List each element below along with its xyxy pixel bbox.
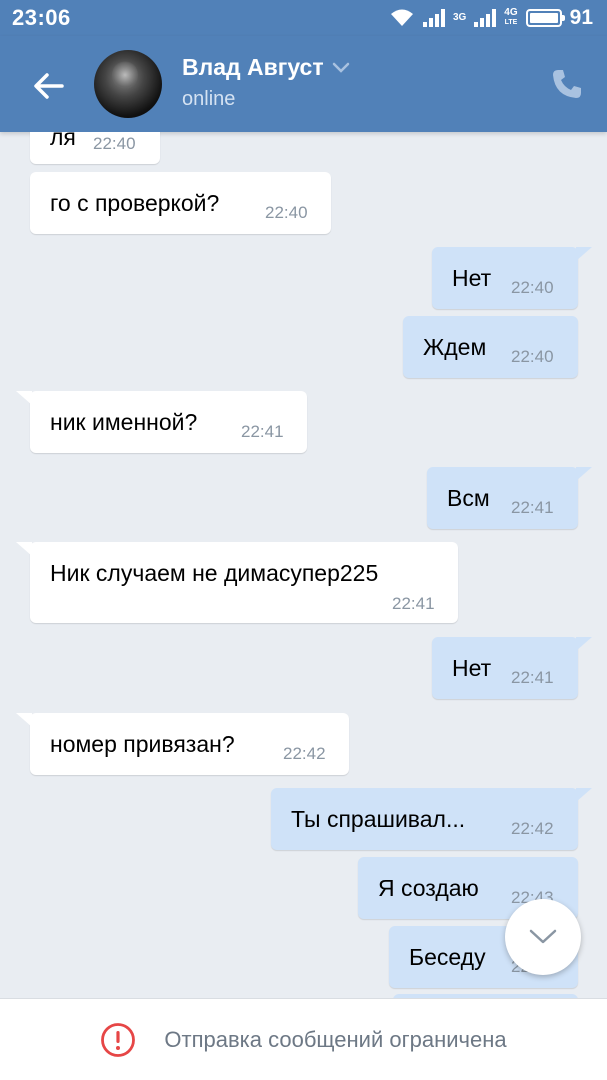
back-button[interactable]	[26, 64, 70, 108]
wifi-icon	[390, 9, 413, 26]
message-text: Всм	[447, 485, 490, 511]
message-time: 22:42	[283, 744, 326, 763]
avatar[interactable]	[94, 50, 162, 118]
battery-percent: 91	[569, 6, 593, 29]
message-outgoing[interactable]: Всм 22:41	[427, 467, 592, 529]
message-list[interactable]: ля 22:40 го с проверкой? 22:40 Нет 22:40…	[0, 132, 607, 998]
message-text: Ник случаем не димасупер225	[50, 560, 379, 586]
message-time: 22:41	[511, 498, 554, 517]
phone-icon	[553, 70, 581, 98]
message-text: Ты спрашивал...	[291, 806, 466, 832]
message-incoming[interactable]: ля 22:40	[30, 132, 160, 164]
message-outgoing[interactable]: Нет 22:40	[432, 247, 592, 309]
network-4g-label: 4G LTE	[504, 8, 517, 28]
message-text: ник именной?	[50, 409, 198, 435]
network-3g-label: 3G	[452, 12, 467, 23]
signal-1-icon	[422, 9, 445, 27]
message-incoming[interactable]: номер привязан? 22:42	[16, 713, 349, 775]
message-outgoing[interactable]: Ждем 22:40	[403, 316, 578, 378]
chevron-down-icon	[529, 929, 557, 944]
message-incoming[interactable]: ник именной? 22:41	[16, 391, 307, 453]
message-text: Беседу	[409, 944, 486, 970]
message-time: 22:40	[265, 203, 308, 222]
call-button[interactable]	[549, 66, 585, 102]
network-4g-text: 4G	[504, 7, 518, 18]
message-text: номер привязан?	[50, 731, 235, 757]
warning-icon	[101, 1022, 136, 1057]
message-outgoing[interactable]: Ты спрашивал... 22:42	[271, 788, 592, 850]
message-time: 22:42	[511, 819, 554, 838]
message-time: 22:41	[392, 594, 435, 613]
message-incoming[interactable]: го с проверкой? 22:40	[30, 172, 331, 234]
message-text: ля	[50, 132, 76, 150]
bubble-tail	[576, 467, 592, 481]
signal-2-icon	[474, 9, 497, 27]
status-bar: 23:06 3G 4G LTE 91	[0, 0, 607, 36]
bubble-tail	[16, 542, 32, 556]
message-time: 22:40	[511, 347, 554, 366]
message-text: Я создаю	[378, 875, 479, 901]
message-incoming[interactable]: Ник случаем не димасупер225 22:41	[16, 542, 458, 623]
scroll-down-button[interactable]	[505, 899, 581, 975]
message-time: 22:41	[511, 668, 554, 687]
bubble-tail	[576, 637, 592, 651]
chat-header: Влад Август online	[0, 36, 607, 132]
message-text: Нет	[452, 655, 492, 681]
message-time: 22:40	[93, 134, 136, 153]
composer-restricted-bar: Отправка сообщений ограничена	[0, 998, 607, 1080]
contact-status: online	[182, 88, 236, 110]
chevron-down-icon	[332, 62, 349, 73]
message-text: Ждем	[423, 334, 487, 360]
restriction-notice: Отправка сообщений ограничена	[164, 1026, 507, 1052]
back-arrow-icon	[34, 73, 64, 99]
message-time: 22:41	[241, 422, 284, 441]
message-outgoing[interactable]: Нет 22:41	[432, 637, 592, 699]
message-text: го с проверкой?	[50, 190, 220, 216]
contact-name: Влад Август	[182, 54, 324, 80]
bubble-tail	[16, 713, 32, 727]
clock: 23:06	[12, 5, 71, 30]
contact-title[interactable]: Влад Август	[182, 54, 350, 81]
battery-fill	[529, 13, 559, 23]
bubble-tail	[16, 391, 32, 405]
bubble-tail	[576, 788, 592, 802]
status-icons: 3G 4G LTE 91	[389, 6, 593, 30]
bubble-tail	[576, 247, 592, 261]
message-text: Нет	[452, 265, 492, 291]
message-time: 22:40	[511, 278, 554, 297]
network-lte-text: LTE	[504, 19, 518, 26]
battery-icon	[525, 9, 565, 27]
